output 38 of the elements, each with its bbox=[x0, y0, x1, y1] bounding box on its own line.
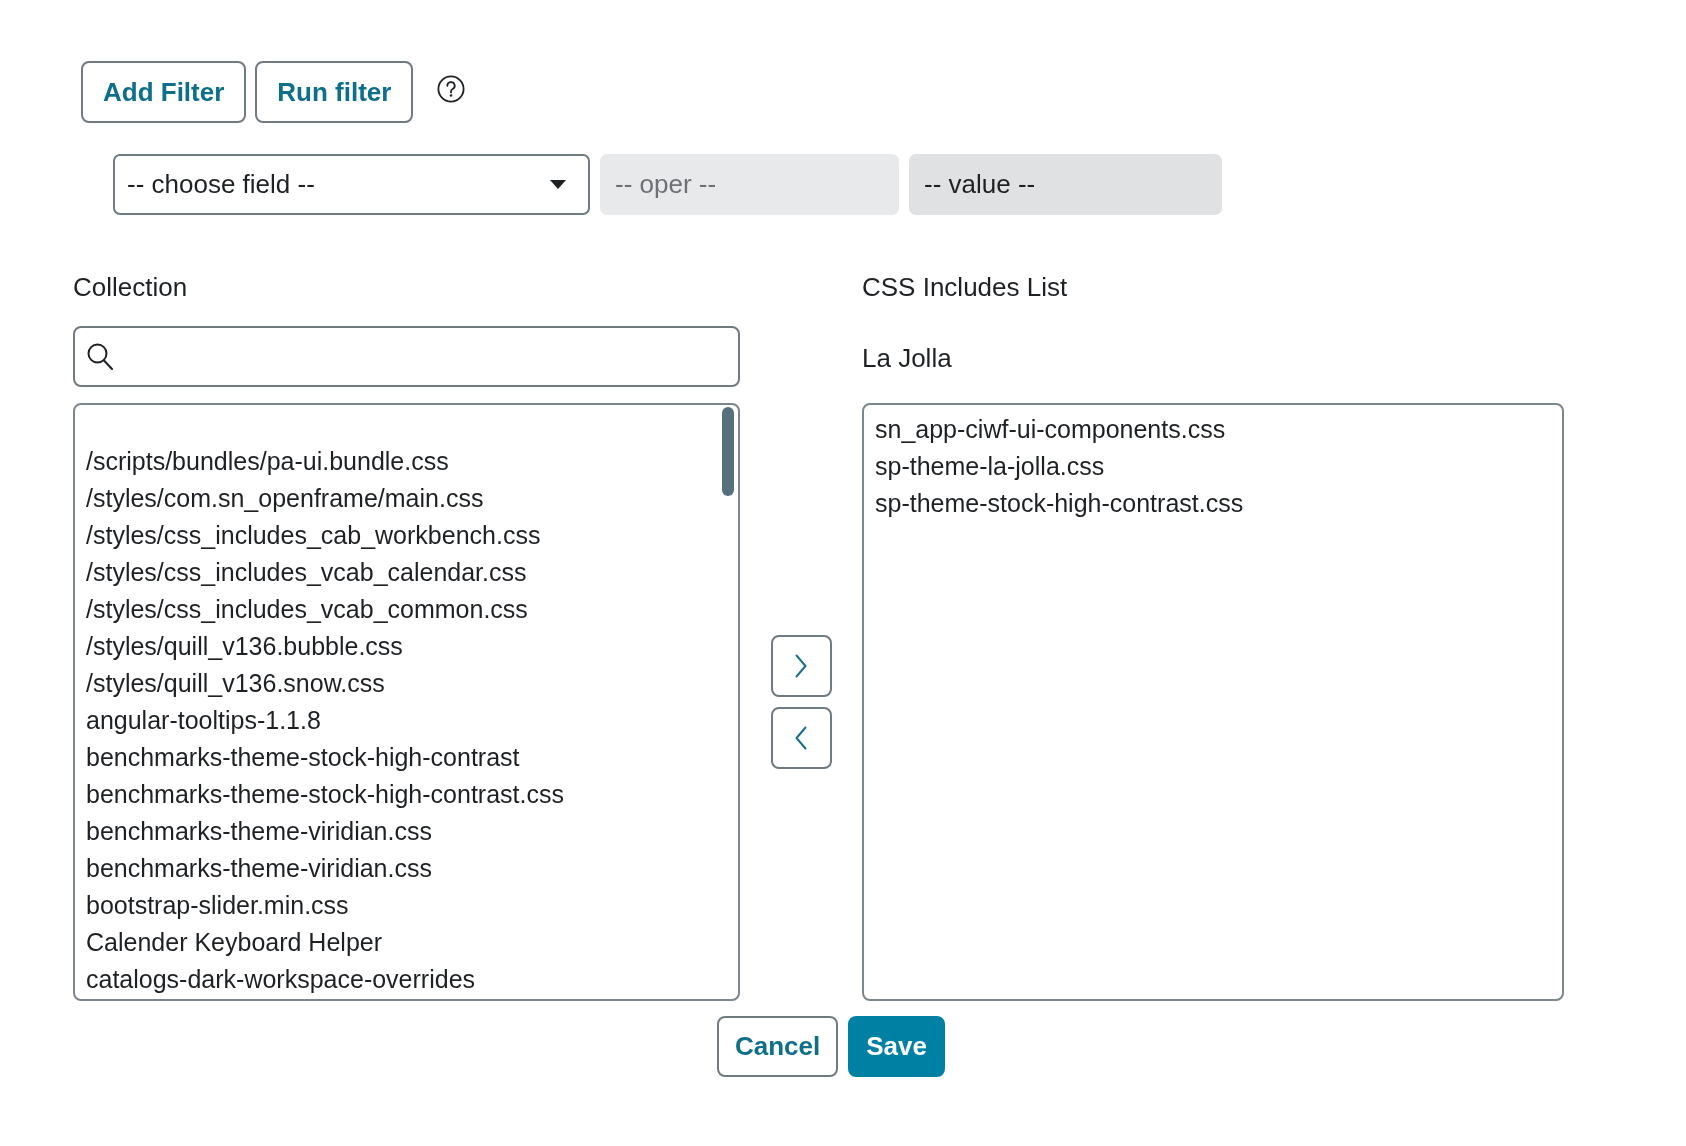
move-right-button[interactable] bbox=[770, 635, 832, 697]
list-item[interactable]: /styles/css_includes_vcab_common.css bbox=[86, 591, 528, 628]
scrollbar-thumb[interactable] bbox=[722, 407, 734, 496]
caret-icon bbox=[550, 180, 566, 189]
list-item[interactable]: sn_app-ciwf-ui-components.css bbox=[875, 411, 1226, 448]
list-item[interactable]: benchmarks-theme-viridian.css bbox=[86, 850, 432, 887]
includes-title: CSS Includes List bbox=[862, 271, 1069, 304]
list-item[interactable]: catalogs-dark-workspace-overrides bbox=[86, 961, 476, 998]
list-item[interactable]: /styles/quill_v136.snow.css bbox=[86, 665, 385, 702]
field-dropdown[interactable]: -- choose field -- bbox=[113, 154, 590, 215]
list-item[interactable]: /styles/com.sn_openframe/main.css bbox=[86, 480, 484, 517]
run-filter-button[interactable]: Run filter bbox=[255, 61, 414, 123]
move-left-button[interactable] bbox=[770, 707, 832, 769]
chevron-left-icon bbox=[795, 726, 807, 750]
theme-name: La Jolla bbox=[862, 342, 953, 375]
collection-listbox[interactable] bbox=[73, 403, 740, 1001]
list-item[interactable]: benchmarks-theme-viridian.css bbox=[86, 813, 432, 850]
list-item[interactable]: bootstrap-slider.min.css bbox=[86, 887, 349, 924]
list-item[interactable]: /scripts/bundles/pa-ui.bundle.css bbox=[86, 443, 449, 480]
help-icon[interactable] bbox=[437, 75, 466, 103]
list-item[interactable]: /styles/css_includes_vcab_calendar.css bbox=[86, 554, 527, 591]
search-icon bbox=[87, 343, 113, 370]
list-item[interactable]: /styles/css_includes_cab_workbench.css bbox=[86, 517, 541, 554]
add-filter-button[interactable]: Add Filter bbox=[81, 61, 247, 123]
collection-title: Collection bbox=[73, 271, 189, 304]
list-item[interactable]: /styles/quill_v136.bubble.css bbox=[86, 628, 403, 665]
list-item[interactable]: benchmarks-theme-stock-high-contrast bbox=[86, 739, 520, 776]
cancel-button[interactable]: Cancel bbox=[717, 1016, 839, 1077]
list-item[interactable]: benchmarks-theme-stock-high-contrast.css bbox=[86, 776, 564, 813]
value-field[interactable]: -- value -- bbox=[909, 154, 1222, 215]
list-item[interactable]: sp-theme-stock-high-contrast.css bbox=[875, 485, 1244, 522]
list-item[interactable]: angular-tooltips-1.1.8 bbox=[86, 702, 321, 739]
list-item[interactable]: sp-theme-la-jolla.css bbox=[875, 448, 1105, 485]
list-item[interactable]: Calender Keyboard Helper bbox=[86, 924, 382, 961]
includes-listbox[interactable]: sn_app-ciwf-ui-components.css sp-theme-la-jolla.css sp-theme-stock-high-contrast.css bbox=[862, 403, 1564, 1001]
save-button[interactable]: Save bbox=[848, 1016, 945, 1077]
search-field[interactable] bbox=[73, 326, 740, 387]
chevron-right-icon bbox=[795, 654, 807, 678]
